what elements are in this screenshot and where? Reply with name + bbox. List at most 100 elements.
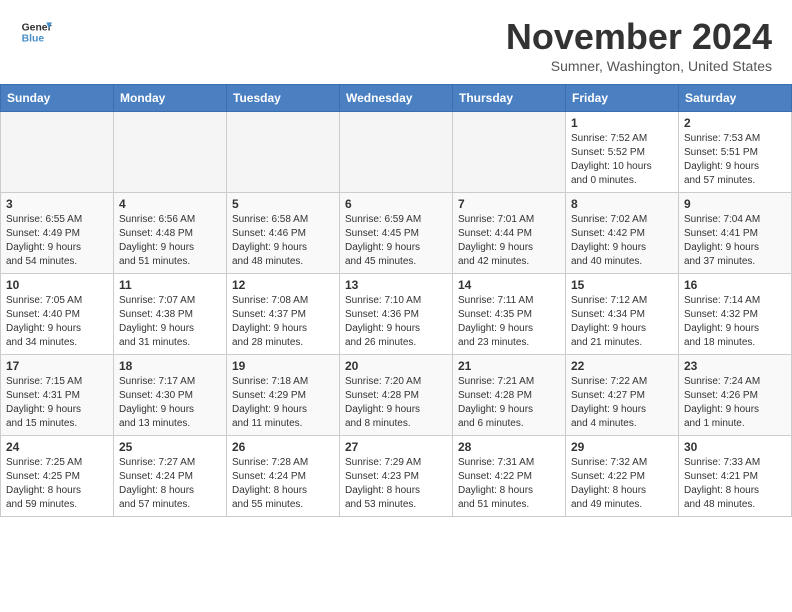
day-info: Sunrise: 7:31 AM Sunset: 4:22 PM Dayligh… (458, 456, 560, 512)
calendar-day-cell (1, 112, 114, 193)
calendar-day-cell: 4 Sunrise: 6:56 AM Sunset: 4:48 PM Daylig… (114, 193, 227, 274)
calendar-day-cell: 28 Sunrise: 7:31 AM Sunset: 4:22 PM Dayli… (453, 436, 566, 517)
day-info: Sunrise: 7:18 AM Sunset: 4:29 PM Dayligh… (232, 375, 334, 431)
day-number: 12 (232, 278, 334, 292)
day-info: Sunrise: 7:24 AM Sunset: 4:26 PM Dayligh… (684, 375, 786, 431)
day-number: 10 (6, 278, 108, 292)
day-number: 20 (345, 359, 447, 373)
day-number: 7 (458, 197, 560, 211)
calendar-day-cell: 25Sunrise: 7:27 AM Sunset: 4:24 PM Dayli… (114, 436, 227, 517)
day-info: Sunrise: 7:04 AM Sunset: 4:41 PM Dayligh… (684, 213, 786, 269)
calendar-day-cell: 18 Sunrise: 7:17 AM Sunset: 4:30 PM Dayli… (114, 355, 227, 436)
calendar-day-cell: 30 Sunrise: 7:33 AM Sunset: 4:21 PM Dayli… (679, 436, 792, 517)
day-number: 24 (6, 440, 108, 454)
day-number: 27 (345, 440, 447, 454)
calendar-day-cell (227, 112, 340, 193)
calendar-day-cell: 8 Sunrise: 7:02 AM Sunset: 4:42 PM Daylig… (566, 193, 679, 274)
day-info: Sunrise: 6:59 AM Sunset: 4:45 PM Dayligh… (345, 213, 447, 269)
calendar-header-cell: Saturday (679, 85, 792, 112)
calendar-day-cell: 24Sunrise: 7:25 AM Sunset: 4:25 PM Dayli… (1, 436, 114, 517)
day-number: 5 (232, 197, 334, 211)
day-info: Sunrise: 7:14 AM Sunset: 4:32 PM Dayligh… (684, 294, 786, 350)
location: Sumner, Washington, United States (506, 58, 772, 74)
month-title: November 2024 (506, 16, 772, 58)
day-number: 15 (571, 278, 673, 292)
day-info: Sunrise: 7:20 AM Sunset: 4:28 PM Dayligh… (345, 375, 447, 431)
day-number: 23 (684, 359, 786, 373)
calendar-header-cell: Wednesday (340, 85, 453, 112)
day-number: 17 (6, 359, 108, 373)
day-info: Sunrise: 7:10 AM Sunset: 4:36 PM Dayligh… (345, 294, 447, 350)
calendar-header-cell: Friday (566, 85, 679, 112)
day-number: 19 (232, 359, 334, 373)
day-number: 22 (571, 359, 673, 373)
calendar-header-row: SundayMondayTuesdayWednesdayThursdayFrid… (1, 85, 792, 112)
calendar-day-cell: 21 Sunrise: 7:21 AM Sunset: 4:28 PM Dayli… (453, 355, 566, 436)
calendar-day-cell: 22Sunrise: 7:22 AM Sunset: 4:27 PM Dayli… (566, 355, 679, 436)
calendar-day-cell: 26Sunrise: 7:28 AM Sunset: 4:24 PM Dayli… (227, 436, 340, 517)
day-info: Sunrise: 7:53 AM Sunset: 5:51 PM Dayligh… (684, 132, 786, 188)
calendar-day-cell: 1Sunrise: 7:52 AM Sunset: 5:52 PM Daylig… (566, 112, 679, 193)
calendar-day-cell: 6 Sunrise: 6:59 AM Sunset: 4:45 PM Daylig… (340, 193, 453, 274)
calendar-day-cell (340, 112, 453, 193)
day-info: Sunrise: 6:58 AM Sunset: 4:46 PM Dayligh… (232, 213, 334, 269)
calendar-header-cell: Thursday (453, 85, 566, 112)
logo-icon: General Blue (20, 16, 52, 48)
day-number: 14 (458, 278, 560, 292)
calendar-week-row: 1Sunrise: 7:52 AM Sunset: 5:52 PM Daylig… (1, 112, 792, 193)
calendar-day-cell: 15Sunrise: 7:12 AM Sunset: 4:34 PM Dayli… (566, 274, 679, 355)
calendar-header-cell: Monday (114, 85, 227, 112)
day-number: 6 (345, 197, 447, 211)
calendar-day-cell: 23 Sunrise: 7:24 AM Sunset: 4:26 PM Dayli… (679, 355, 792, 436)
calendar-day-cell: 14Sunrise: 7:11 AM Sunset: 4:35 PM Dayli… (453, 274, 566, 355)
day-number: 4 (119, 197, 221, 211)
day-number: 29 (571, 440, 673, 454)
calendar-week-row: 10 Sunrise: 7:05 AM Sunset: 4:40 PM Dayli… (1, 274, 792, 355)
day-info: Sunrise: 7:33 AM Sunset: 4:21 PM Dayligh… (684, 456, 786, 512)
day-info: Sunrise: 6:56 AM Sunset: 4:48 PM Dayligh… (119, 213, 221, 269)
calendar-day-cell: 5 Sunrise: 6:58 AM Sunset: 4:46 PM Daylig… (227, 193, 340, 274)
day-info: Sunrise: 7:17 AM Sunset: 4:30 PM Dayligh… (119, 375, 221, 431)
calendar-day-cell (114, 112, 227, 193)
day-info: Sunrise: 7:21 AM Sunset: 4:28 PM Dayligh… (458, 375, 560, 431)
calendar-body: 1Sunrise: 7:52 AM Sunset: 5:52 PM Daylig… (1, 112, 792, 517)
calendar-day-cell: 27 Sunrise: 7:29 AM Sunset: 4:23 PM Dayli… (340, 436, 453, 517)
calendar-day-cell: 2 Sunrise: 7:53 AM Sunset: 5:51 PM Daylig… (679, 112, 792, 193)
day-info: Sunrise: 7:32 AM Sunset: 4:22 PM Dayligh… (571, 456, 673, 512)
svg-text:Blue: Blue (22, 34, 45, 45)
day-number: 28 (458, 440, 560, 454)
day-number: 16 (684, 278, 786, 292)
day-info: Sunrise: 7:07 AM Sunset: 4:38 PM Dayligh… (119, 294, 221, 350)
calendar-day-cell: 12Sunrise: 7:08 AM Sunset: 4:37 PM Dayli… (227, 274, 340, 355)
title-area: November 2024 Sumner, Washington, United… (506, 16, 772, 74)
calendar-day-cell: 19 Sunrise: 7:18 AM Sunset: 4:29 PM Dayli… (227, 355, 340, 436)
calendar-day-cell: 17 Sunrise: 7:15 AM Sunset: 4:31 PM Dayli… (1, 355, 114, 436)
day-info: Sunrise: 7:02 AM Sunset: 4:42 PM Dayligh… (571, 213, 673, 269)
calendar-day-cell: 16 Sunrise: 7:14 AM Sunset: 4:32 PM Dayli… (679, 274, 792, 355)
calendar-day-cell: 9 Sunrise: 7:04 AM Sunset: 4:41 PM Daylig… (679, 193, 792, 274)
day-info: Sunrise: 6:55 AM Sunset: 4:49 PM Dayligh… (6, 213, 108, 269)
day-number: 9 (684, 197, 786, 211)
calendar-header-cell: Sunday (1, 85, 114, 112)
day-number: 2 (684, 116, 786, 130)
day-number: 11 (119, 278, 221, 292)
calendar-day-cell: 20 Sunrise: 7:20 AM Sunset: 4:28 PM Dayli… (340, 355, 453, 436)
calendar-day-cell: 29 Sunrise: 7:32 AM Sunset: 4:22 PM Dayli… (566, 436, 679, 517)
day-info: Sunrise: 7:01 AM Sunset: 4:44 PM Dayligh… (458, 213, 560, 269)
calendar-day-cell: 3Sunrise: 6:55 AM Sunset: 4:49 PM Daylig… (1, 193, 114, 274)
day-number: 8 (571, 197, 673, 211)
calendar-week-row: 17 Sunrise: 7:15 AM Sunset: 4:31 PM Dayli… (1, 355, 792, 436)
calendar-day-cell (453, 112, 566, 193)
calendar-week-row: 3Sunrise: 6:55 AM Sunset: 4:49 PM Daylig… (1, 193, 792, 274)
day-number: 18 (119, 359, 221, 373)
calendar-day-cell: 11 Sunrise: 7:07 AM Sunset: 4:38 PM Dayli… (114, 274, 227, 355)
calendar-day-cell: 10 Sunrise: 7:05 AM Sunset: 4:40 PM Dayli… (1, 274, 114, 355)
day-info: Sunrise: 7:29 AM Sunset: 4:23 PM Dayligh… (345, 456, 447, 512)
day-info: Sunrise: 7:28 AM Sunset: 4:24 PM Dayligh… (232, 456, 334, 512)
day-number: 21 (458, 359, 560, 373)
day-number: 30 (684, 440, 786, 454)
day-info: Sunrise: 7:05 AM Sunset: 4:40 PM Dayligh… (6, 294, 108, 350)
day-info: Sunrise: 7:15 AM Sunset: 4:31 PM Dayligh… (6, 375, 108, 431)
day-info: Sunrise: 7:27 AM Sunset: 4:24 PM Dayligh… (119, 456, 221, 512)
calendar-day-cell: 13Sunrise: 7:10 AM Sunset: 4:36 PM Dayli… (340, 274, 453, 355)
